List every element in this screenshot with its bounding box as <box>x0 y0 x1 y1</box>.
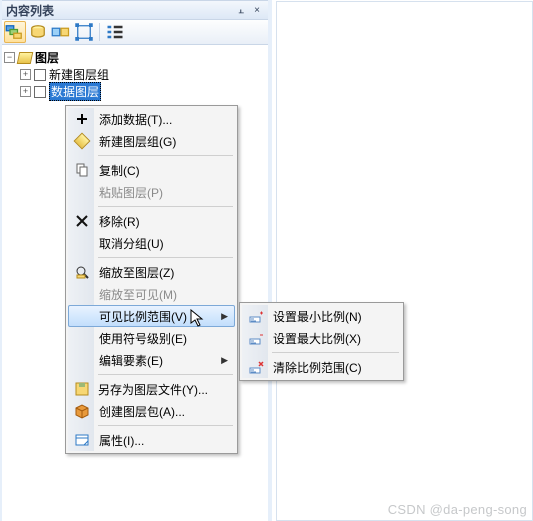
blank-icon <box>69 305 95 327</box>
options-button[interactable] <box>104 21 126 43</box>
toolbar-separator <box>99 23 100 41</box>
plus-icon <box>69 108 95 130</box>
menu-separator <box>98 206 233 207</box>
pin-icon[interactable]: ⫠ <box>234 3 248 17</box>
blank-icon <box>69 349 95 371</box>
menu-separator <box>98 257 233 258</box>
menu-save-as-layer[interactable]: 另存为图层文件(Y)... <box>68 378 235 400</box>
map-canvas[interactable] <box>276 1 533 521</box>
list-by-visibility-button[interactable] <box>50 21 72 43</box>
scale-max-icon <box>243 327 269 349</box>
tree-root[interactable]: − 图层 <box>4 49 266 66</box>
expand-icon[interactable]: + <box>20 69 31 80</box>
save-icon <box>69 378 94 400</box>
zoom-layer-icon <box>69 261 95 283</box>
menu-separator <box>272 352 399 353</box>
menu-zoom-layer[interactable]: 缩放至图层(Z) <box>68 261 235 283</box>
scale-min-icon <box>243 305 269 327</box>
context-submenu: 设置最小比例(N) 设置最大比例(X) 清除比例范围(C) <box>239 302 404 381</box>
submenu-set-min[interactable]: 设置最小比例(N) <box>242 305 401 327</box>
menu-separator <box>98 374 233 375</box>
tree-group-row[interactable]: + 新建图层组 <box>4 66 266 83</box>
tree-selected-label: 数据图层 <box>49 82 101 101</box>
menu-zoom-visible: 缩放至可见(M) <box>68 283 235 305</box>
layers-icon <box>17 52 34 64</box>
tree-label: 新建图层组 <box>49 66 109 83</box>
expand-icon[interactable]: + <box>20 86 31 97</box>
submenu-clear[interactable]: 清除比例范围(C) <box>242 356 401 378</box>
blank-icon <box>69 283 95 305</box>
menu-add-data[interactable]: 添加数据(T)... <box>68 108 235 130</box>
tree-selected-row[interactable]: + 数据图层 <box>4 83 266 100</box>
menu-edit-element[interactable]: 编辑要素(E) <box>68 349 235 371</box>
properties-icon <box>69 429 95 451</box>
scale-clear-icon <box>243 356 269 378</box>
menu-paste-layer: 粘贴图层(P) <box>68 181 235 203</box>
watermark: CSDN @da-peng-song <box>388 502 527 517</box>
menu-copy[interactable]: 复制(C) <box>68 159 235 181</box>
list-by-drawing-order-button[interactable] <box>4 21 26 43</box>
layer-tree[interactable]: − 图层 + 新建图层组 + 数据图层 <box>2 45 268 104</box>
panel-toolbar <box>2 20 268 45</box>
menu-new-group[interactable]: 新建图层组(G) <box>68 130 235 152</box>
tree-root-label: 图层 <box>35 49 59 66</box>
menu-remove[interactable]: 移除(R) <box>68 210 235 232</box>
submenu-set-max[interactable]: 设置最大比例(X) <box>242 327 401 349</box>
menu-visible-scale[interactable]: 可见比例范围(V) <box>68 305 235 327</box>
close-icon[interactable]: × <box>250 3 264 17</box>
panel-titlebar[interactable]: 内容列表 ⫠ × <box>2 0 268 20</box>
menu-properties[interactable]: 属性(I)... <box>68 429 235 451</box>
collapse-icon[interactable]: − <box>4 52 15 63</box>
package-icon <box>69 400 95 422</box>
menu-separator <box>98 155 233 156</box>
blank-icon <box>69 181 95 203</box>
context-menu: 添加数据(T)... 新建图层组(G) 复制(C) 粘贴图层(P) 移除(R) … <box>65 105 238 454</box>
remove-icon <box>69 210 95 232</box>
checkbox-icon[interactable] <box>34 86 46 98</box>
blank-icon <box>69 327 95 349</box>
panel-title: 内容列表 <box>6 2 232 19</box>
menu-symbol-level[interactable]: 使用符号级别(E) <box>68 327 235 349</box>
list-by-source-button[interactable] <box>27 21 49 43</box>
menu-separator <box>98 425 233 426</box>
diamond-icon <box>69 130 95 152</box>
copy-icon <box>69 159 95 181</box>
blank-icon <box>69 232 95 254</box>
menu-create-package[interactable]: 创建图层包(A)... <box>68 400 235 422</box>
checkbox-icon[interactable] <box>34 69 46 81</box>
menu-ungroup[interactable]: 取消分组(U) <box>68 232 235 254</box>
list-by-selection-button[interactable] <box>73 21 95 43</box>
